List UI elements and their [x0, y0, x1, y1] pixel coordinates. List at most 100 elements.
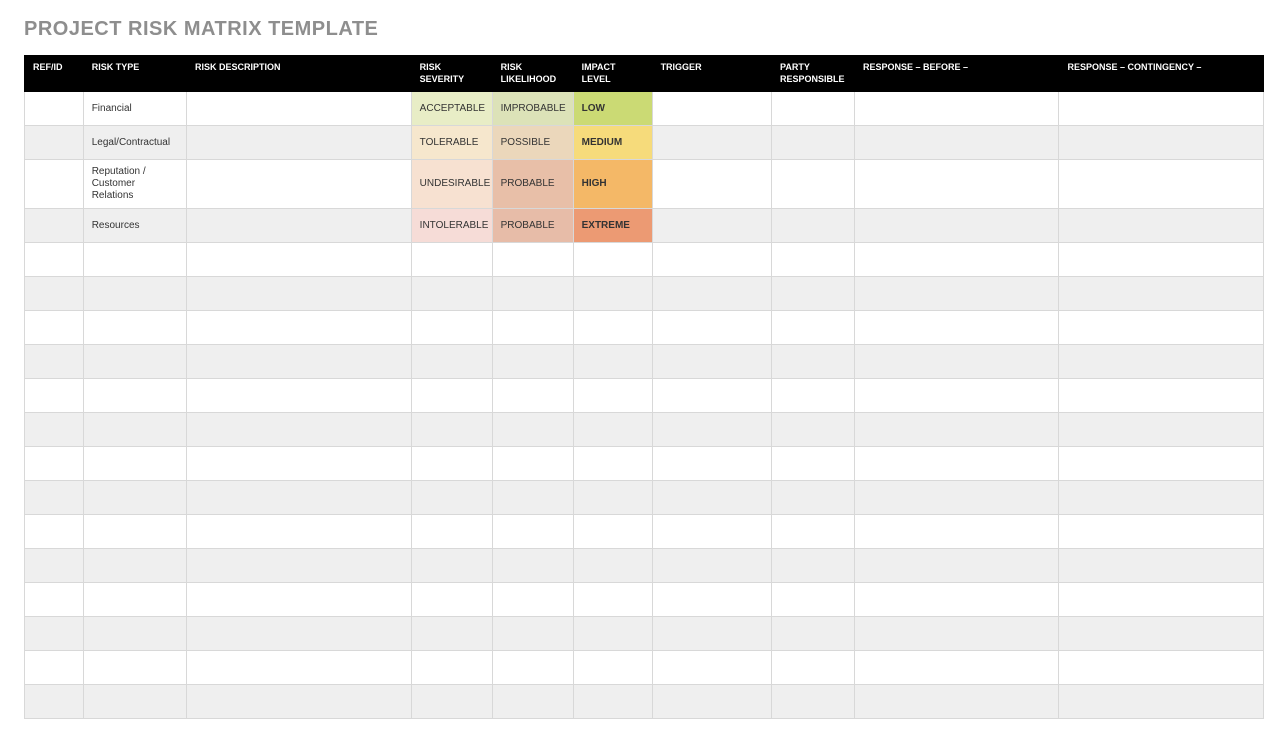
- cell-empty[interactable]: [411, 413, 492, 447]
- cell-risk-severity[interactable]: UNDESIRABLE: [411, 160, 492, 209]
- cell-party-responsible[interactable]: [772, 160, 855, 209]
- cell-empty[interactable]: [772, 447, 855, 481]
- cell-ref-id[interactable]: [25, 209, 84, 243]
- cell-risk-severity[interactable]: ACCEPTABLE: [411, 92, 492, 126]
- cell-empty[interactable]: [492, 549, 573, 583]
- cell-empty[interactable]: [652, 277, 771, 311]
- cell-empty[interactable]: [772, 481, 855, 515]
- cell-empty[interactable]: [652, 311, 771, 345]
- cell-risk-likelihood[interactable]: PROBABLE: [492, 160, 573, 209]
- cell-empty[interactable]: [492, 515, 573, 549]
- cell-empty[interactable]: [411, 651, 492, 685]
- cell-empty[interactable]: [25, 685, 84, 719]
- cell-empty[interactable]: [1059, 413, 1264, 447]
- cell-party-responsible[interactable]: [772, 209, 855, 243]
- cell-empty[interactable]: [855, 617, 1059, 651]
- cell-empty[interactable]: [83, 481, 186, 515]
- cell-empty[interactable]: [573, 549, 652, 583]
- cell-empty[interactable]: [652, 413, 771, 447]
- cell-empty[interactable]: [652, 685, 771, 719]
- cell-empty[interactable]: [492, 651, 573, 685]
- cell-empty[interactable]: [772, 311, 855, 345]
- cell-empty[interactable]: [83, 311, 186, 345]
- cell-risk-likelihood[interactable]: IMPROBABLE: [492, 92, 573, 126]
- cell-empty[interactable]: [1059, 447, 1264, 481]
- cell-empty[interactable]: [772, 345, 855, 379]
- cell-empty[interactable]: [411, 549, 492, 583]
- cell-empty[interactable]: [411, 345, 492, 379]
- cell-empty[interactable]: [83, 345, 186, 379]
- cell-empty[interactable]: [573, 379, 652, 413]
- cell-empty[interactable]: [573, 345, 652, 379]
- cell-empty[interactable]: [492, 413, 573, 447]
- cell-response-before[interactable]: [855, 92, 1059, 126]
- cell-empty[interactable]: [772, 413, 855, 447]
- cell-empty[interactable]: [186, 243, 411, 277]
- cell-empty[interactable]: [855, 447, 1059, 481]
- cell-empty[interactable]: [25, 277, 84, 311]
- cell-risk-severity[interactable]: TOLERABLE: [411, 126, 492, 160]
- cell-empty[interactable]: [186, 583, 411, 617]
- cell-empty[interactable]: [1059, 277, 1264, 311]
- cell-response-contingency[interactable]: [1059, 209, 1264, 243]
- cell-empty[interactable]: [25, 515, 84, 549]
- cell-empty[interactable]: [492, 617, 573, 651]
- cell-empty[interactable]: [25, 243, 84, 277]
- cell-empty[interactable]: [573, 651, 652, 685]
- cell-empty[interactable]: [772, 243, 855, 277]
- cell-empty[interactable]: [855, 345, 1059, 379]
- cell-empty[interactable]: [1059, 583, 1264, 617]
- cell-empty[interactable]: [83, 243, 186, 277]
- cell-empty[interactable]: [855, 311, 1059, 345]
- cell-risk-description[interactable]: [186, 209, 411, 243]
- cell-empty[interactable]: [83, 515, 186, 549]
- cell-empty[interactable]: [1059, 685, 1264, 719]
- cell-empty[interactable]: [855, 413, 1059, 447]
- cell-empty[interactable]: [25, 345, 84, 379]
- cell-empty[interactable]: [492, 447, 573, 481]
- cell-empty[interactable]: [186, 481, 411, 515]
- cell-empty[interactable]: [772, 583, 855, 617]
- cell-empty[interactable]: [25, 413, 84, 447]
- cell-empty[interactable]: [186, 345, 411, 379]
- cell-empty[interactable]: [25, 481, 84, 515]
- cell-empty[interactable]: [1059, 481, 1264, 515]
- cell-empty[interactable]: [83, 685, 186, 719]
- cell-risk-type[interactable]: Legal/Contractual: [83, 126, 186, 160]
- cell-empty[interactable]: [573, 277, 652, 311]
- cell-empty[interactable]: [411, 583, 492, 617]
- cell-empty[interactable]: [573, 515, 652, 549]
- cell-response-before[interactable]: [855, 209, 1059, 243]
- cell-empty[interactable]: [411, 515, 492, 549]
- cell-response-contingency[interactable]: [1059, 126, 1264, 160]
- cell-empty[interactable]: [186, 311, 411, 345]
- cell-trigger[interactable]: [652, 160, 771, 209]
- cell-empty[interactable]: [492, 345, 573, 379]
- cell-empty[interactable]: [652, 583, 771, 617]
- cell-empty[interactable]: [855, 549, 1059, 583]
- cell-empty[interactable]: [83, 651, 186, 685]
- cell-empty[interactable]: [573, 685, 652, 719]
- cell-empty[interactable]: [855, 583, 1059, 617]
- cell-empty[interactable]: [772, 515, 855, 549]
- cell-empty[interactable]: [186, 413, 411, 447]
- cell-empty[interactable]: [1059, 379, 1264, 413]
- cell-empty[interactable]: [492, 311, 573, 345]
- cell-empty[interactable]: [772, 379, 855, 413]
- cell-empty[interactable]: [492, 685, 573, 719]
- cell-risk-description[interactable]: [186, 126, 411, 160]
- cell-empty[interactable]: [25, 311, 84, 345]
- cell-empty[interactable]: [573, 481, 652, 515]
- cell-empty[interactable]: [492, 379, 573, 413]
- cell-empty[interactable]: [573, 583, 652, 617]
- cell-empty[interactable]: [83, 277, 186, 311]
- cell-empty[interactable]: [411, 243, 492, 277]
- cell-empty[interactable]: [83, 379, 186, 413]
- cell-risk-type[interactable]: Financial: [83, 92, 186, 126]
- cell-empty[interactable]: [186, 685, 411, 719]
- cell-empty[interactable]: [1059, 243, 1264, 277]
- cell-empty[interactable]: [186, 515, 411, 549]
- cell-empty[interactable]: [772, 549, 855, 583]
- cell-empty[interactable]: [411, 617, 492, 651]
- cell-empty[interactable]: [1059, 617, 1264, 651]
